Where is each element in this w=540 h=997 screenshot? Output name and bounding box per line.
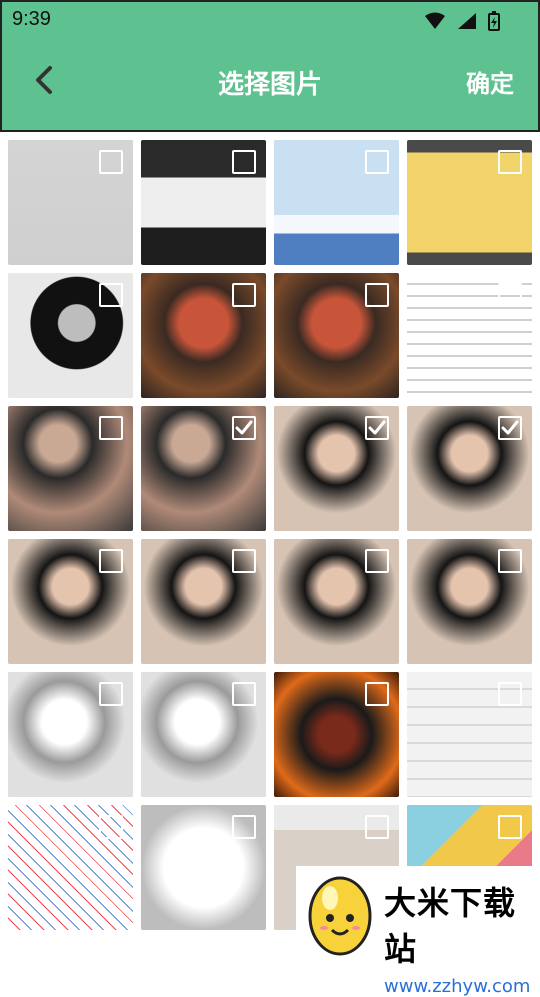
checkbox[interactable] [498, 549, 522, 573]
tile-4-privacy-dialog[interactable] [407, 140, 532, 265]
checkmark-icon [501, 420, 519, 435]
status-bar: 9:39 [2, 2, 538, 38]
rice-logo-icon [308, 876, 372, 956]
checkbox[interactable] [365, 283, 389, 307]
checkbox[interactable] [498, 150, 522, 174]
watermark: 大米下载站 www.zzhyw.com [296, 866, 540, 997]
signal-icon [457, 12, 476, 29]
checkbox[interactable] [232, 682, 256, 706]
status-icons [418, 10, 500, 31]
tile-20-list-screenshot[interactable] [407, 672, 532, 797]
checkbox-checked[interactable] [365, 416, 389, 440]
tile-2-dialog-screenshot[interactable] [141, 140, 266, 265]
checkbox[interactable] [498, 815, 522, 839]
checkbox-checked[interactable] [498, 416, 522, 440]
checkbox[interactable] [99, 150, 123, 174]
tile-1-gallery-placeholder[interactable] [8, 140, 133, 265]
image-grid [8, 140, 532, 960]
page-title: 选择图片 [217, 70, 322, 100]
checkbox[interactable] [99, 815, 123, 839]
checkbox-checked[interactable] [232, 416, 256, 440]
checkbox[interactable] [99, 283, 123, 307]
checkbox[interactable] [99, 416, 123, 440]
checkbox[interactable] [232, 150, 256, 174]
tile-13-woman-portrait[interactable] [8, 539, 133, 664]
checkbox[interactable] [365, 549, 389, 573]
tile-3-airplane-app[interactable] [274, 140, 399, 265]
checkbox[interactable] [365, 682, 389, 706]
tile-8-text-document[interactable] [407, 273, 532, 398]
tile-5-bw-portrait[interactable] [8, 273, 133, 398]
checkbox[interactable] [99, 549, 123, 573]
checkbox[interactable] [365, 150, 389, 174]
checkbox[interactable] [498, 283, 522, 307]
confirm-button[interactable]: 确定 [466, 64, 514, 99]
watermark-url: www.zzhyw.com [384, 976, 531, 997]
tile-22-white-dog[interactable] [141, 805, 266, 930]
checkmark-icon [235, 420, 253, 435]
tile-7-soldier-art[interactable] [274, 273, 399, 398]
checkmark-icon [368, 420, 386, 435]
tile-6-soldier-art[interactable] [141, 273, 266, 398]
checkbox[interactable] [498, 682, 522, 706]
tile-19-fire-warrior[interactable] [274, 672, 399, 797]
tile-15-woman-portrait[interactable] [274, 539, 399, 664]
tile-14-woman-portrait[interactable] [141, 539, 266, 664]
tile-12-woman-portrait[interactable] [407, 406, 532, 531]
tile-11-woman-portrait[interactable] [274, 406, 399, 531]
tile-16-woman-portrait[interactable] [407, 539, 532, 664]
checkbox[interactable] [232, 549, 256, 573]
checkbox[interactable] [365, 815, 389, 839]
battery-icon [488, 10, 500, 31]
watermark-title: 大米下载站 [384, 884, 517, 968]
checkbox[interactable] [232, 283, 256, 307]
tile-17-sketch-portrait[interactable] [8, 672, 133, 797]
status-time: 9:39 [12, 8, 51, 30]
app-header: 9:39 选择图片 确定 [0, 0, 540, 132]
title-bar: 选择图片 确定 [2, 42, 538, 118]
tile-9-woman-dark[interactable] [8, 406, 133, 531]
checkbox[interactable] [232, 815, 256, 839]
tile-18-sketch-portrait[interactable] [141, 672, 266, 797]
checkbox[interactable] [99, 682, 123, 706]
tile-21-subway-map[interactable] [8, 805, 133, 930]
tile-10-woman-dark[interactable] [141, 406, 266, 531]
wifi-icon [424, 12, 445, 29]
